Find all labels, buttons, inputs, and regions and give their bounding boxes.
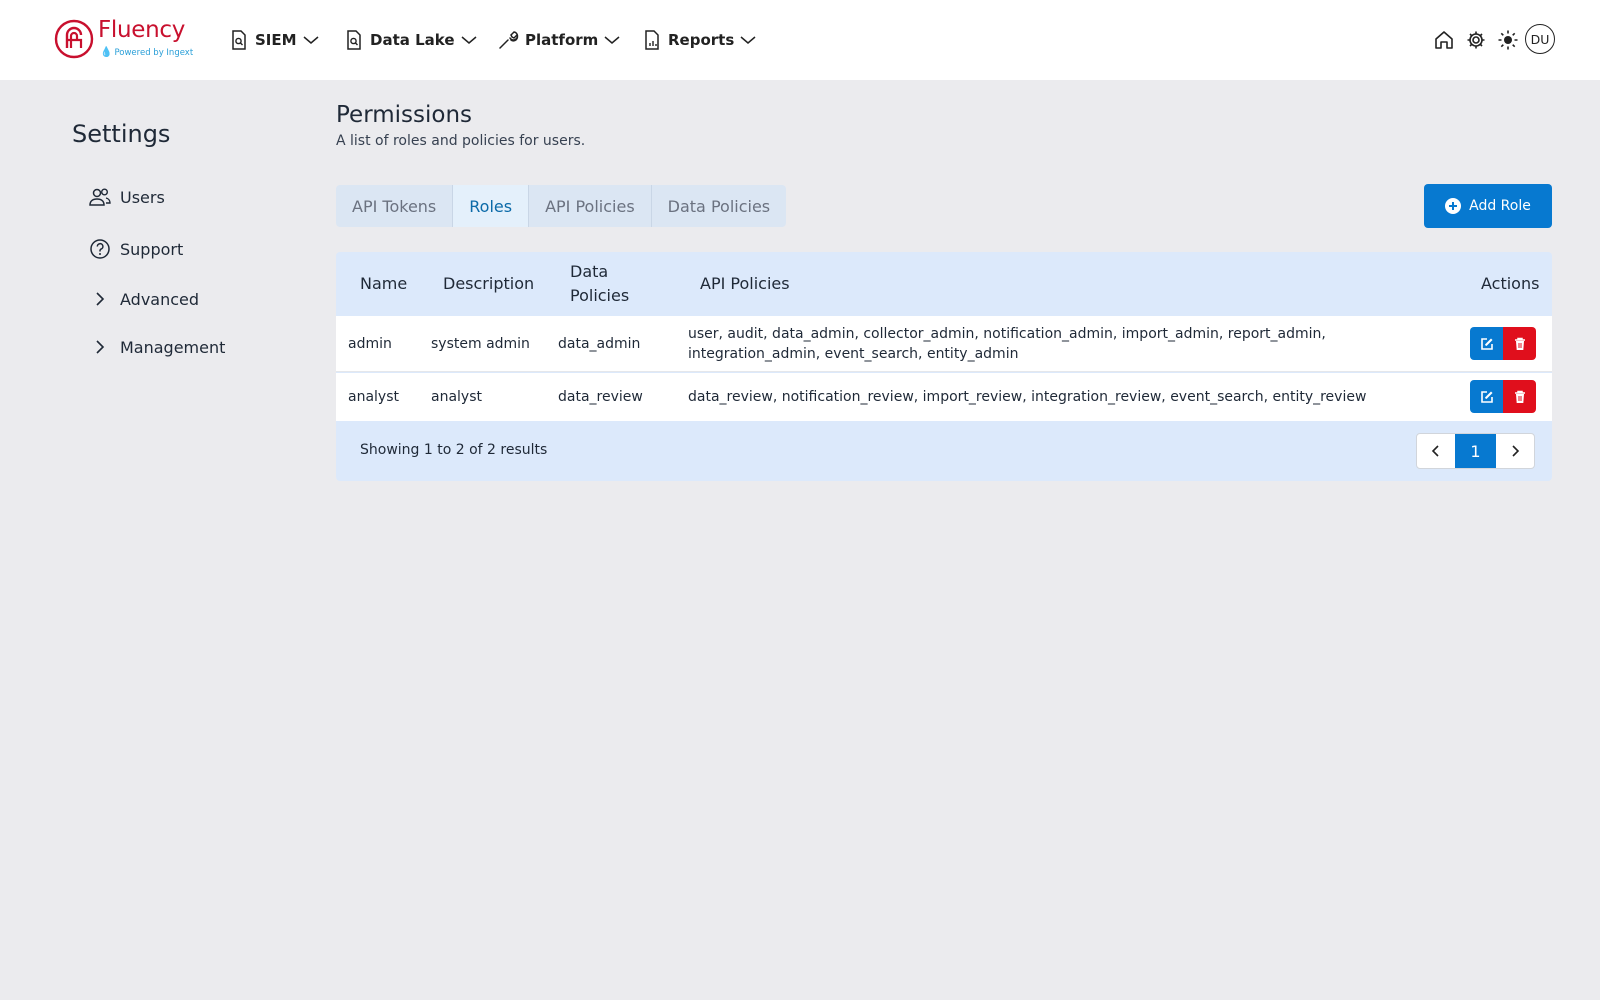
users-icon bbox=[88, 186, 112, 208]
edit-icon bbox=[1480, 337, 1493, 350]
chevron-right-icon bbox=[88, 291, 112, 307]
role-description: analyst bbox=[431, 389, 482, 405]
sidebar-item-label: Users bbox=[120, 187, 165, 207]
delete-button[interactable] bbox=[1503, 380, 1536, 413]
role-data-policies: data_admin bbox=[558, 336, 641, 352]
table-row: admin system admin data_admin user, audi… bbox=[336, 316, 1552, 372]
nav-reports-label: Reports bbox=[668, 31, 735, 49]
edit-icon bbox=[1480, 390, 1493, 403]
wrench-icon bbox=[499, 31, 519, 49]
fluency-logo[interactable]: Fluency 💧 Powered by Ingext bbox=[54, 17, 194, 62]
column-header-name[interactable]: Name bbox=[360, 272, 407, 296]
brand-name: Fluency bbox=[98, 17, 186, 43]
sidebar-item-management[interactable]: Management bbox=[88, 332, 225, 362]
page-title: Permissions bbox=[336, 102, 473, 128]
add-role-label: Add Role bbox=[1469, 198, 1531, 214]
table-row: analyst analyst data_review data_review,… bbox=[336, 373, 1552, 421]
brand-sub-text: Powered by Ingext bbox=[114, 48, 194, 58]
drop-icon: 💧 bbox=[100, 47, 113, 58]
nav-data-lake-label: Data Lake bbox=[370, 31, 455, 49]
chevron-down-icon bbox=[461, 36, 477, 44]
column-header-api-policies[interactable]: API Policies bbox=[700, 272, 790, 296]
role-description: system admin bbox=[431, 336, 530, 352]
table-header: Name Description Data Policies API Polic… bbox=[336, 252, 1552, 316]
tab-api-policies[interactable]: API Policies bbox=[529, 185, 652, 227]
sidebar-item-label: Advanced bbox=[120, 289, 200, 309]
column-header-data-policies[interactable]: Data Policies bbox=[570, 260, 640, 308]
next-page-button[interactable] bbox=[1496, 434, 1534, 468]
role-api-policies-line1: data_review, notification_review, import… bbox=[688, 389, 1367, 405]
role-api-policies-line1: user, audit, data_admin, collector_admin… bbox=[688, 326, 1326, 342]
edit-button[interactable] bbox=[1470, 380, 1503, 413]
fluency-logo-mark-icon bbox=[54, 19, 94, 59]
search-doc-icon bbox=[347, 30, 361, 50]
page-button-current[interactable]: 1 bbox=[1455, 434, 1496, 468]
permission-tabs: API Tokens Roles API Policies Data Polic… bbox=[336, 185, 787, 227]
pagination: 1 bbox=[1416, 433, 1535, 469]
sidebar-item-label: Support bbox=[120, 239, 184, 259]
nav-platform-label: Platform bbox=[525, 31, 599, 49]
trash-icon bbox=[1514, 337, 1525, 350]
row-actions bbox=[1470, 327, 1536, 360]
tab-roles[interactable]: Roles bbox=[453, 185, 530, 227]
prev-page-button[interactable] bbox=[1417, 434, 1455, 468]
search-doc-icon bbox=[232, 30, 246, 50]
chevron-left-icon bbox=[1431, 445, 1439, 457]
tab-data-policies[interactable]: Data Policies bbox=[652, 185, 786, 227]
trash-icon bbox=[1514, 390, 1525, 403]
column-header-actions: Actions bbox=[1481, 274, 1540, 293]
nav-data-lake[interactable]: Data Lake bbox=[344, 27, 477, 53]
tab-api-tokens[interactable]: API Tokens bbox=[336, 185, 454, 227]
page-subtitle: A list of roles and policies for users. bbox=[336, 133, 586, 149]
nav-siem[interactable]: SIEM bbox=[229, 27, 319, 53]
add-role-button[interactable]: Add Role bbox=[1424, 184, 1552, 228]
nav-reports[interactable]: Reports bbox=[642, 27, 756, 53]
delete-button[interactable] bbox=[1503, 327, 1536, 360]
user-avatar[interactable]: DU bbox=[1525, 24, 1555, 54]
chevron-right-icon bbox=[1512, 445, 1520, 457]
chevron-down-icon bbox=[604, 36, 620, 44]
top-navbar: Fluency 💧 Powered by Ingext SIEM Data Lak… bbox=[0, 0, 1600, 80]
nav-platform[interactable]: Platform bbox=[497, 27, 620, 53]
edit-button[interactable] bbox=[1470, 327, 1503, 360]
sidebar-item-advanced[interactable]: Advanced bbox=[88, 284, 199, 314]
plus-circle-icon bbox=[1445, 198, 1462, 214]
role-api-policies-line2: integration_admin, event_search, entity_… bbox=[688, 346, 1019, 362]
chevron-down-icon bbox=[303, 36, 319, 44]
chevron-right-icon bbox=[88, 339, 112, 355]
sidebar-title: Settings bbox=[72, 120, 171, 148]
report-doc-icon bbox=[645, 30, 659, 50]
brand-subtitle: 💧 Powered by Ingext bbox=[100, 47, 193, 58]
row-actions bbox=[1470, 380, 1536, 413]
sidebar-item-label: Management bbox=[120, 337, 226, 357]
sidebar-item-users[interactable]: Users bbox=[88, 182, 165, 212]
column-header-description[interactable]: Description bbox=[443, 272, 534, 296]
chevron-down-icon bbox=[740, 36, 756, 44]
role-data-policies: data_review bbox=[558, 389, 643, 405]
help-circle-icon bbox=[88, 238, 112, 260]
nav-siem-label: SIEM bbox=[255, 31, 297, 49]
roles-table: Name Description Data Policies API Polic… bbox=[336, 252, 1552, 481]
sun-icon[interactable] bbox=[1497, 29, 1519, 51]
gear-icon[interactable] bbox=[1465, 29, 1487, 51]
role-name: admin bbox=[348, 336, 392, 352]
role-name: analyst bbox=[348, 389, 399, 405]
home-icon[interactable] bbox=[1433, 29, 1455, 51]
pagination-summary: Showing 1 to 2 of 2 results bbox=[360, 442, 548, 458]
sidebar-item-support[interactable]: Support bbox=[88, 234, 183, 264]
